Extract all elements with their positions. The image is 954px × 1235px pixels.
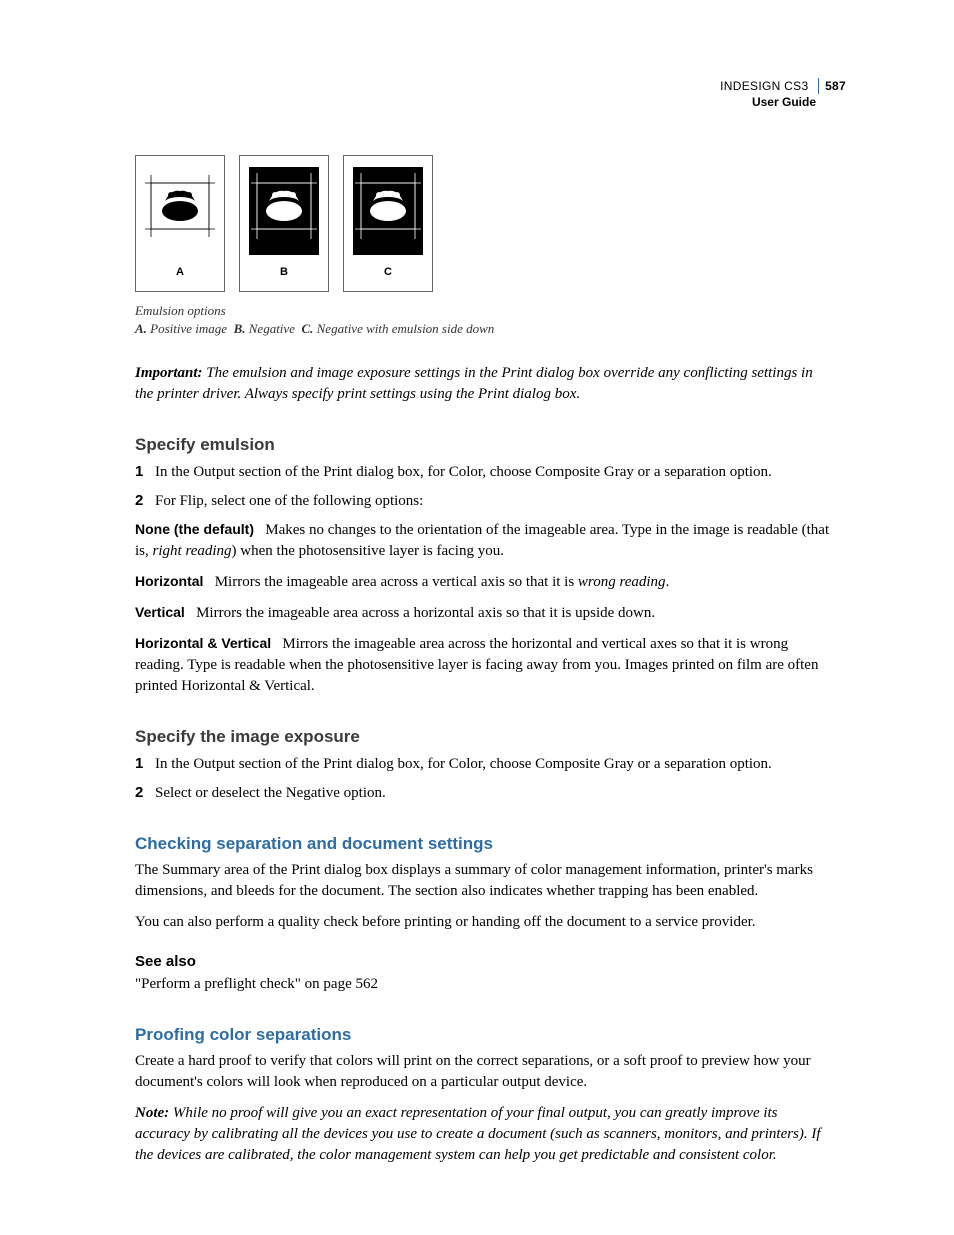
term-none: None (the default) — [135, 521, 254, 537]
heading-see-also: See also — [135, 953, 834, 970]
positive-image-icon — [141, 161, 219, 261]
term-hv: Horizontal & Vertical — [135, 635, 271, 651]
def-horizontal: Horizontal Mirrors the imageable area ac… — [135, 572, 834, 593]
def-none-ital: right reading — [153, 543, 232, 559]
thumb-c: C — [343, 155, 433, 292]
proofing-p1: Create a hard proof to verify that color… — [135, 1051, 834, 1093]
figure-caption: Emulsion options A. Positive image B. Ne… — [135, 302, 834, 337]
heading-proofing: Proofing color separations — [135, 1025, 834, 1045]
negative-image-icon — [245, 161, 323, 261]
def-vert-body: Mirrors the imageable area across a hori… — [196, 605, 655, 621]
def-horiz-a: Mirrors the imageable area across a vert… — [215, 574, 578, 590]
caption-c-key: C. — [301, 321, 313, 336]
product-name: INDESIGN CS3 — [720, 79, 808, 93]
thumb-a: A — [135, 155, 225, 292]
steps-exposure: In the Output section of the Print dialo… — [135, 753, 834, 804]
thumb-a-label: A — [136, 266, 224, 291]
page-number: 587 — [818, 78, 846, 94]
step-item: Select or deselect the Negative option. — [135, 782, 834, 805]
heading-specify-emulsion: Specify emulsion — [135, 435, 834, 455]
doc-title: User Guide — [720, 94, 846, 110]
see-also-link: "Perform a preflight check" on page 562 — [135, 974, 834, 995]
def-none-b: ) when the photosensitive layer is facin… — [232, 543, 504, 559]
running-header: INDESIGN CS3 587 User Guide — [720, 78, 846, 110]
step-item: In the Output section of the Print dialo… — [135, 461, 834, 484]
important-body: The emulsion and image exposure settings… — [135, 365, 813, 402]
steps-emulsion: In the Output section of the Print dialo… — [135, 461, 834, 512]
checking-p1: The Summary area of the Print dialog box… — [135, 860, 834, 902]
negative-flipped-image-icon — [349, 161, 427, 261]
note-lead: Note: — [135, 1105, 169, 1121]
thumb-b: B — [239, 155, 329, 292]
def-horiz-ital: wrong reading — [578, 574, 666, 590]
caption-a-val: Positive image — [150, 321, 227, 336]
thumb-c-label: C — [344, 266, 432, 291]
def-horizontal-vertical: Horizontal & Vertical Mirrors the imagea… — [135, 634, 834, 697]
caption-b-key: B. — [234, 321, 246, 336]
step-item: In the Output section of the Print dialo… — [135, 753, 834, 776]
caption-a-key: A. — [135, 321, 147, 336]
def-vertical: Vertical Mirrors the imageable area acro… — [135, 603, 834, 624]
term-horizontal: Horizontal — [135, 573, 203, 589]
figure-emulsion-options: A — [135, 155, 834, 292]
checking-p2: You can also perform a quality check bef… — [135, 912, 834, 933]
note-callout: Note: While no proof will give you an ex… — [135, 1103, 834, 1166]
def-horiz-b: . — [666, 574, 670, 590]
thumb-b-label: B — [240, 266, 328, 291]
def-none: None (the default) Makes no changes to t… — [135, 520, 834, 562]
caption-title: Emulsion options — [135, 302, 834, 320]
note-body: While no proof will give you an exact re… — [135, 1105, 821, 1163]
caption-b-val: Negative — [249, 321, 295, 336]
step-item: For Flip, select one of the following op… — [135, 490, 834, 513]
caption-c-val: Negative with emulsion side down — [317, 321, 495, 336]
important-callout: Important: The emulsion and image exposu… — [135, 363, 834, 405]
term-vertical: Vertical — [135, 604, 185, 620]
page: INDESIGN CS3 587 User Guide — [0, 0, 954, 1235]
heading-checking: Checking separation and document setting… — [135, 834, 834, 854]
important-lead: Important: — [135, 365, 203, 381]
heading-specify-exposure: Specify the image exposure — [135, 727, 834, 747]
content-area: A — [135, 155, 834, 1166]
